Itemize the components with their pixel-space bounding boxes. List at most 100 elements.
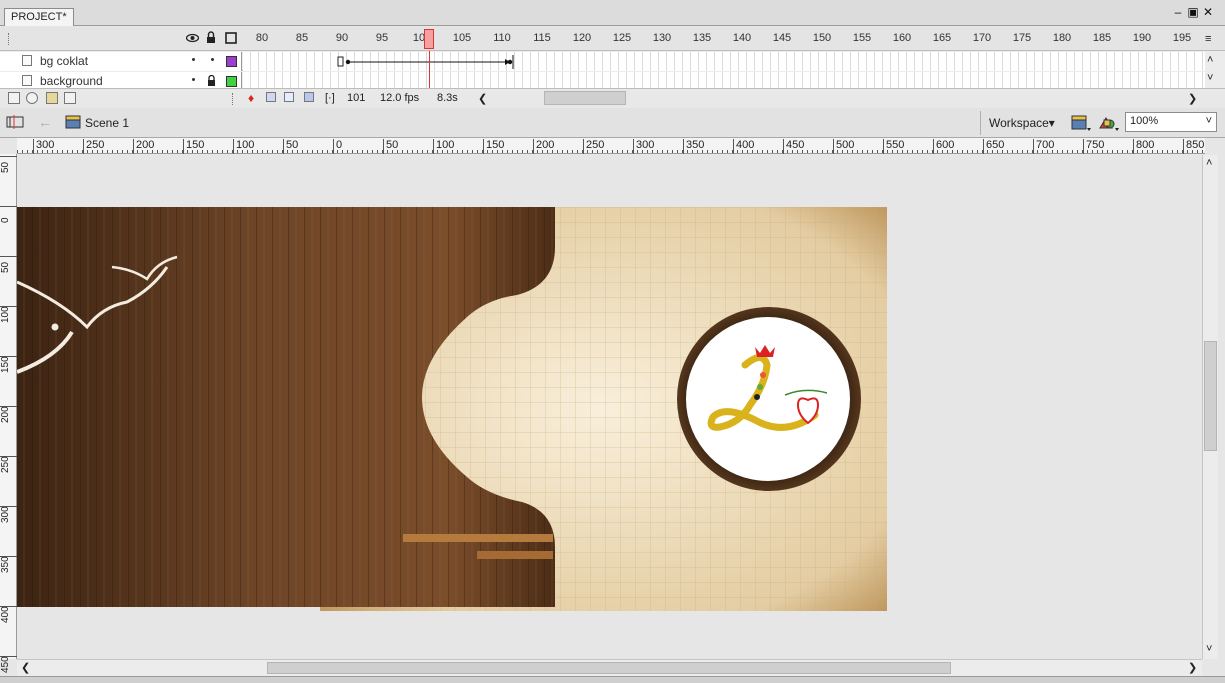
outline-icon[interactable] — [225, 32, 237, 44]
ruler-label: 250 — [0, 456, 17, 473]
frame-number: 90 — [335, 32, 349, 44]
minimize-icon[interactable]: – — [1171, 5, 1185, 19]
ruler-label: 0 — [333, 139, 342, 154]
ruler-label: 300 — [33, 139, 54, 154]
ruler-label: 300 — [0, 506, 17, 523]
timeline-toggle-icon[interactable] — [6, 114, 24, 130]
timeline-panel: 80 85 90 95 100 105 110 115 120 125 130 135 140 145 15… — [0, 27, 1225, 108]
layer-icon — [22, 75, 32, 86]
frame-number: 170 — [972, 32, 992, 44]
ruler-label: 850 — [1183, 139, 1204, 154]
ruler-label: 550 — [883, 139, 904, 154]
scroll-down-icon[interactable]: ˅ — [1206, 643, 1212, 655]
timeline-menu-icon[interactable]: ≡ — [1205, 33, 1211, 45]
scroll-left-icon[interactable]: ❮ — [21, 661, 30, 674]
ruler-label: 250 — [583, 139, 604, 154]
delete-layer-icon[interactable] — [64, 92, 76, 104]
frame-number: 180 — [1052, 32, 1072, 44]
frame-number: 120 — [572, 32, 592, 44]
playhead[interactable] — [424, 29, 434, 49]
center-frame-icon[interactable]: ♦ — [248, 91, 254, 105]
visibility-dot[interactable] — [192, 58, 195, 61]
modify-markers-icon[interactable]: [·] — [325, 92, 335, 104]
scroll-up-icon[interactable]: ˄ — [1206, 157, 1212, 169]
ruler-label: 350 — [0, 556, 17, 573]
ruler-label: 650 — [983, 139, 1004, 154]
edit-multiple-frames-icon[interactable] — [304, 92, 314, 102]
visibility-dot[interactable] — [192, 78, 195, 81]
ruler-label: 200 — [533, 139, 554, 154]
horizontal-scroll-thumb[interactable] — [267, 662, 951, 674]
zoom-select[interactable]: 100% ˅ — [1125, 112, 1217, 132]
edit-symbols-icon[interactable] — [1098, 114, 1120, 132]
close-icon[interactable]: ✕ — [1201, 5, 1215, 19]
restore-icon[interactable]: ▣ — [1186, 5, 1200, 19]
frame-number: 140 — [732, 32, 752, 44]
ruler-label: 0 — [0, 206, 17, 223]
motion-guide-icon[interactable] — [26, 92, 38, 104]
stage-area[interactable] — [17, 155, 1202, 659]
frame-number: 160 — [892, 32, 912, 44]
document-tab[interactable]: PROJECT* — [4, 8, 74, 26]
onion-skin-icon[interactable] — [266, 92, 276, 102]
chevron-down-icon[interactable]: ˅ — [1206, 115, 1212, 127]
ruler-label: 600 — [933, 139, 954, 154]
layer-name[interactable]: background — [40, 74, 103, 88]
scene-name: Scene 1 — [85, 116, 130, 130]
onion-skin-outlines-icon[interactable] — [284, 92, 294, 102]
edit-scene-icon[interactable] — [1071, 114, 1091, 132]
layer-header[interactable]: bg coklat — [0, 52, 242, 71]
brand-logo-image[interactable] — [705, 345, 835, 445]
ruler-label: 150 — [483, 139, 504, 154]
scroll-left-icon[interactable]: ❮ — [478, 92, 487, 105]
workspace-menu[interactable]: Workspace▾ — [980, 111, 1062, 135]
ruler-label: 400 — [0, 606, 17, 623]
panel-grip[interactable] — [8, 33, 10, 45]
new-folder-icon[interactable] — [46, 92, 58, 104]
timeline-scroll-thumb[interactable] — [544, 91, 626, 105]
vertical-scrollbar[interactable]: ˄ ˅ — [1202, 155, 1218, 659]
ruler-label: 200 — [133, 139, 154, 154]
layer-row-bg-coklat[interactable]: bg coklat — [0, 52, 1205, 71]
ruler-label: 100 — [433, 139, 454, 154]
frame-number: 95 — [375, 32, 389, 44]
layers-scroll-down-icon[interactable]: ˅ — [1207, 72, 1213, 84]
new-layer-icon[interactable] — [8, 92, 20, 104]
frame-number: 115 — [533, 32, 551, 44]
layer-color-swatch[interactable] — [226, 56, 237, 67]
frame-number: 110 — [493, 32, 511, 44]
current-frame: 101 — [347, 92, 366, 104]
ruler-label: 100 — [233, 139, 254, 154]
playhead-line — [429, 51, 430, 89]
vertical-scroll-thumb[interactable] — [1204, 341, 1217, 451]
ruler-label: 450 — [0, 656, 17, 673]
back-arrow-icon[interactable]: ← — [38, 114, 52, 130]
frame-number: 175 — [1012, 32, 1032, 44]
eye-icon[interactable] — [186, 33, 199, 43]
wood-panel-image[interactable] — [17, 207, 557, 607]
scroll-right-icon[interactable]: ❯ — [1188, 92, 1197, 105]
ruler-label: 450 — [783, 139, 804, 154]
tween-span[interactable] — [337, 55, 517, 69]
lock-icon[interactable] — [207, 75, 216, 87]
ruler-label: 100 — [0, 306, 17, 323]
frame-number: 150 — [812, 32, 832, 44]
layer-frames[interactable] — [243, 52, 1205, 71]
ruler-label: 50 — [0, 156, 17, 173]
vertical-ruler[interactable]: 50 0 50 100 150 200 250 300 350 400 450 — [0, 154, 17, 673]
timeline-footer: ♦ [·] 101 12.0 fps 8.3s ❮ ❯ — [0, 88, 1225, 108]
lock-icon[interactable] — [206, 31, 216, 44]
ruler-label: 700 — [1033, 139, 1054, 154]
layer-color-swatch[interactable] — [226, 76, 237, 87]
frame-number: 125 — [612, 32, 632, 44]
layers-scroll-up-icon[interactable]: ˄ — [1207, 54, 1213, 66]
scroll-right-icon[interactable]: ❯ — [1188, 661, 1197, 674]
layer-name[interactable]: bg coklat — [40, 54, 88, 68]
frame-rate[interactable]: 12.0 fps — [380, 92, 419, 104]
ruler-label: 50 — [383, 139, 398, 154]
document-tab-bar: PROJECT* – ▣ ✕ — [0, 0, 1225, 26]
horizontal-ruler[interactable]: 300 250 200 150 100 50 0 50 100 150 200 250 300 350 40… — [17, 138, 1205, 154]
horizontal-scrollbar[interactable]: ❮ ❯ — [17, 659, 1202, 676]
lock-dot[interactable] — [211, 58, 214, 61]
frame-number: 130 — [652, 32, 672, 44]
